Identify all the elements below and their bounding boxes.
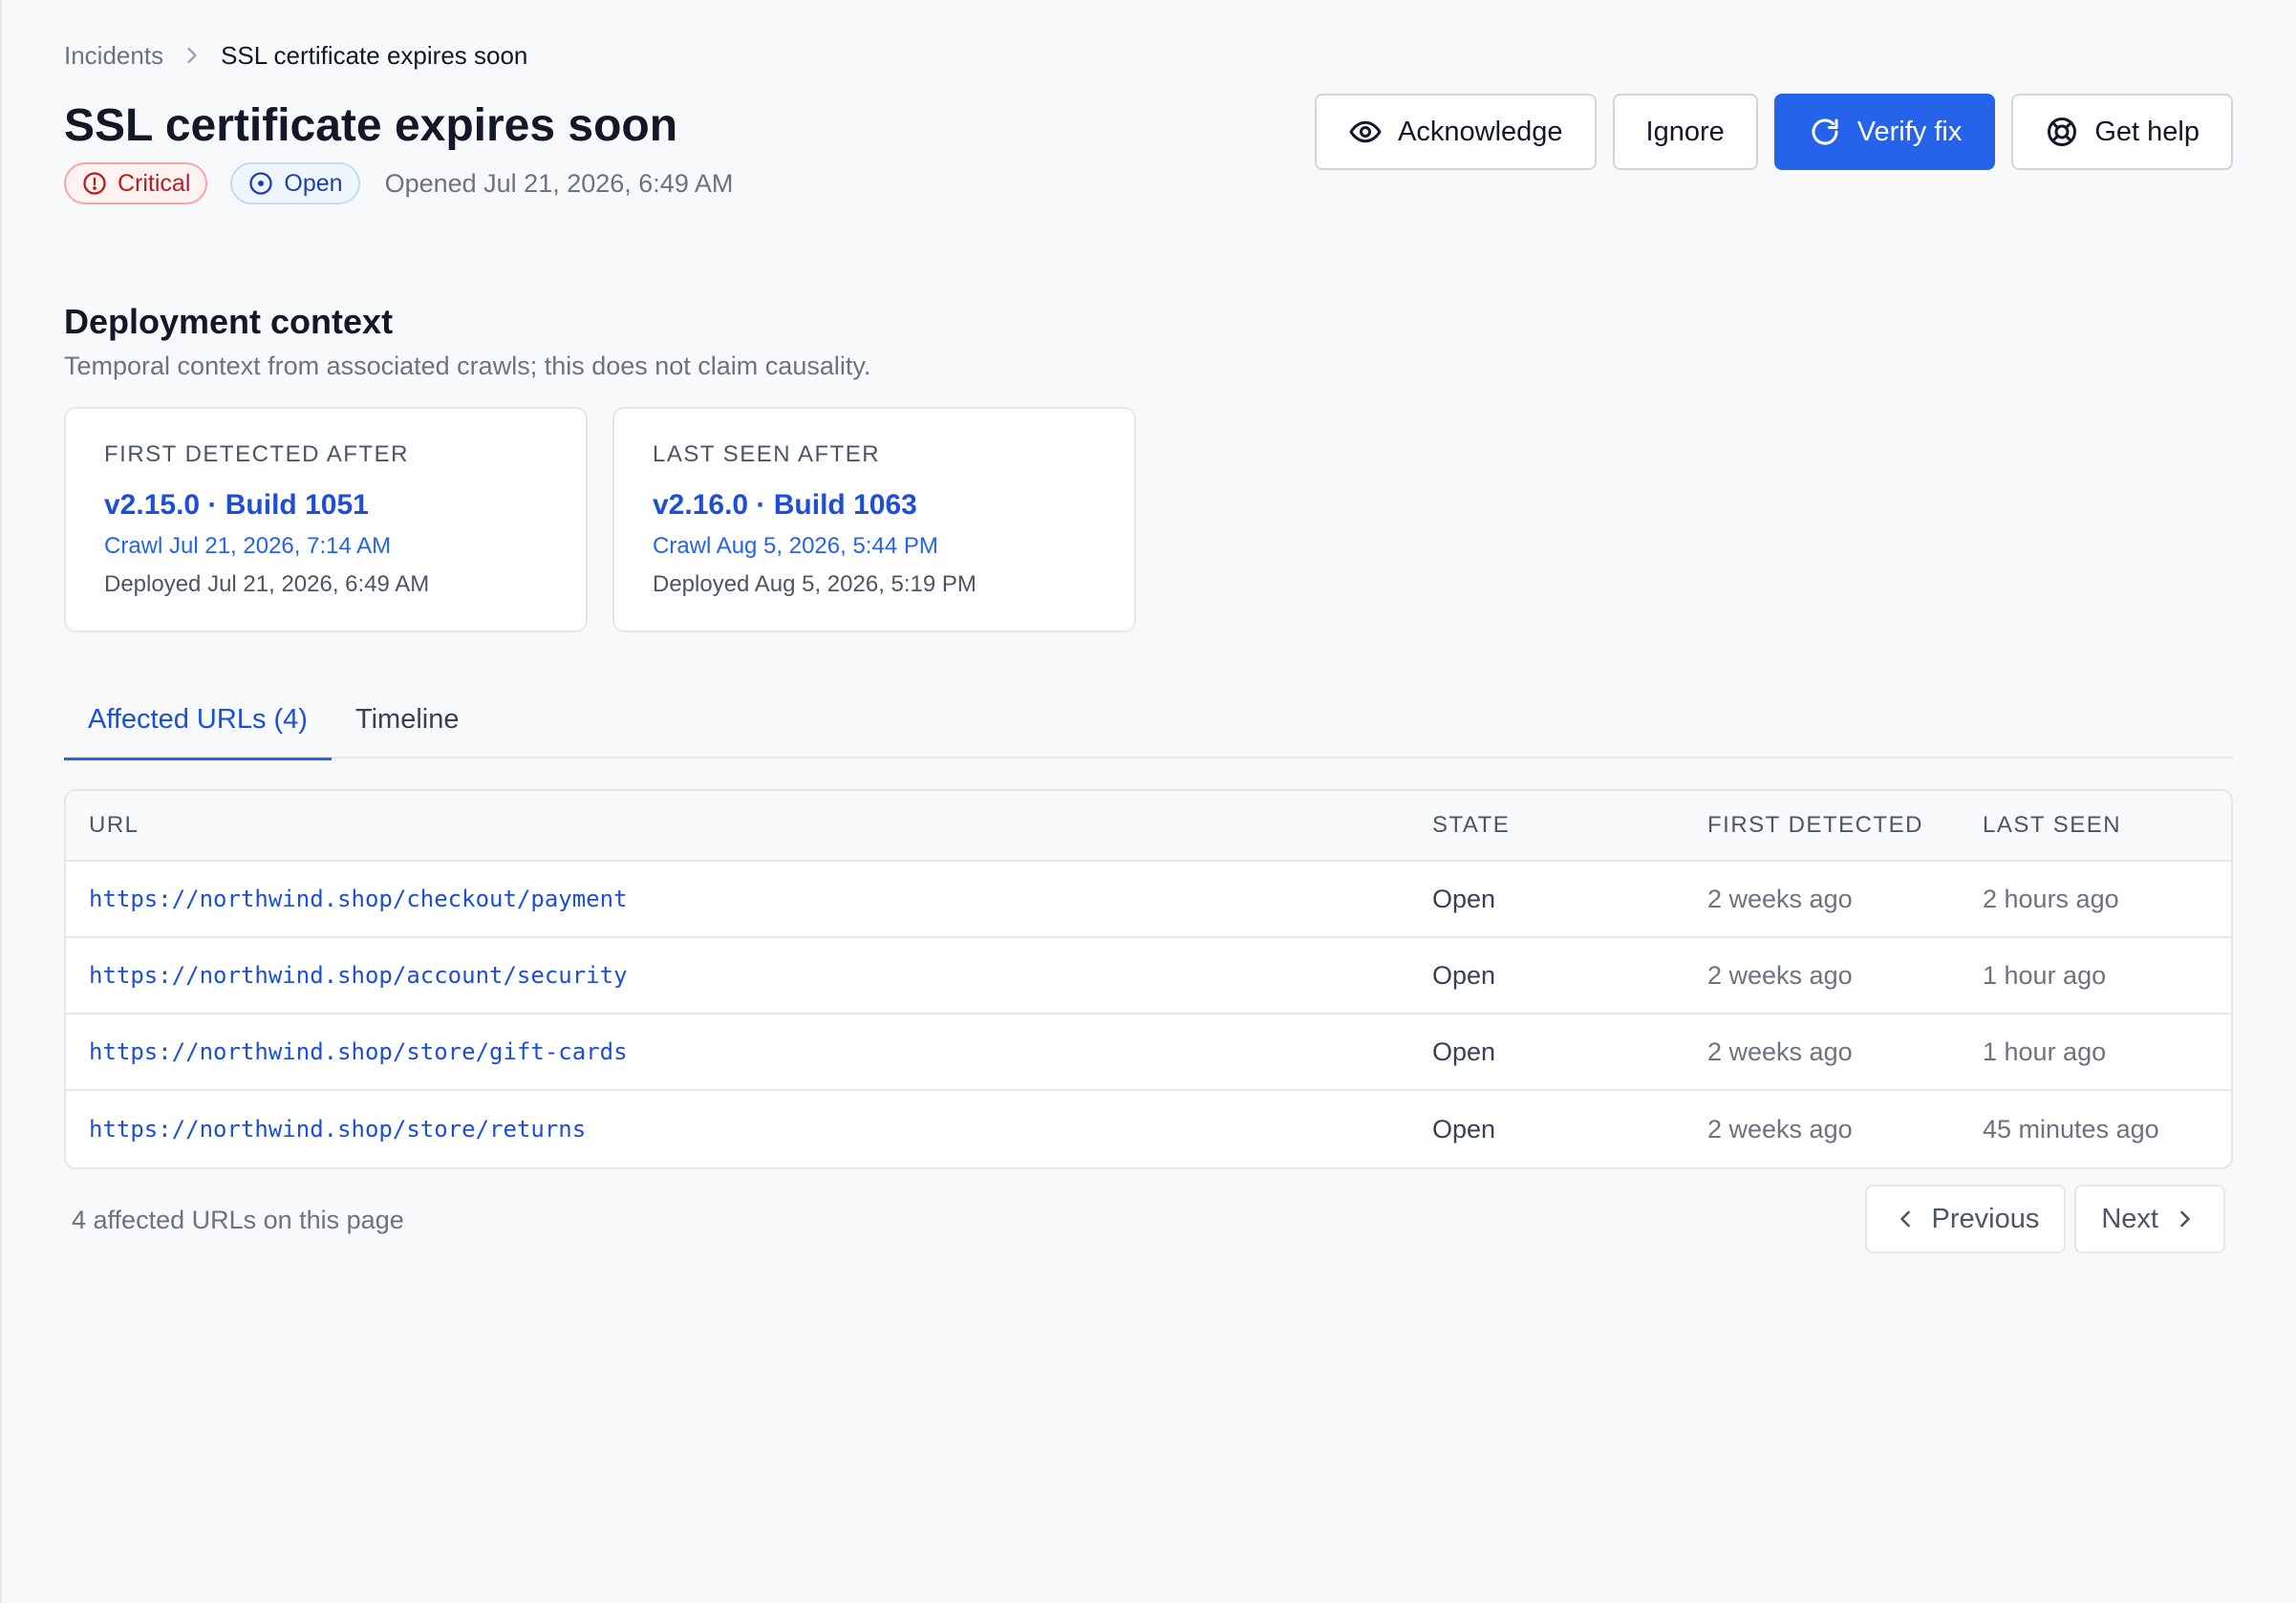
state-cell: Open — [1432, 1037, 1496, 1066]
page-edge-divider — [0, 0, 2, 1603]
table-row: https://northwind.shop/checkout/payment … — [66, 862, 2231, 938]
affected-url-count: 4 affected URLs on this page — [72, 1206, 404, 1234]
severity-badge: Critical — [64, 162, 208, 204]
last-seen-crawl-link[interactable]: Crawl Aug 5, 2026, 5:44 PM — [653, 533, 1134, 560]
last-seen-label: LAST SEEN AFTER — [653, 441, 881, 467]
table-row: https://northwind.shop/store/gift-cards … — [66, 1015, 2231, 1091]
incident-meta: Critical Open Opened Jul 21, 2026, 6:49 … — [64, 162, 733, 204]
deployment-context-description: Temporal context from associated crawls;… — [64, 352, 871, 380]
breadcrumb-incidents-link[interactable]: Incidents — [64, 41, 163, 71]
table-row: https://northwind.shop/store/returns Ope… — [66, 1091, 2231, 1167]
verify-fix-label: Verify fix — [1856, 116, 1963, 147]
last-seen-cell: 1 hour ago — [1983, 960, 2107, 990]
next-page-button[interactable]: Next — [2074, 1185, 2225, 1253]
column-header-last-seen: LAST SEEN — [1983, 812, 2122, 838]
chevron-left-icon — [1899, 1210, 1910, 1228]
verify-fix-button[interactable]: Verify fix — [1773, 94, 1996, 170]
previous-page-button[interactable]: Previous — [1864, 1185, 2067, 1253]
previous-label: Previous — [1931, 1203, 2040, 1234]
tab-affected-urls[interactable]: Affected URLs (4) — [64, 680, 332, 760]
state-cell: Open — [1432, 1114, 1496, 1143]
status-badge: Open — [230, 162, 360, 204]
dot-circle-icon — [249, 172, 273, 195]
last-seen-cell: 2 hours ago — [1983, 884, 2119, 913]
column-header-first-detected: FIRST DETECTED — [1707, 812, 1923, 838]
incident-actions: Acknowledge Ignore Verify fix Get help — [1315, 94, 2233, 170]
table-header: URL STATE FIRST DETECTED LAST SEEN — [66, 791, 2231, 862]
status-label: Open — [284, 169, 343, 197]
last-seen-deployed: Deployed Aug 5, 2026, 5:19 PM — [653, 571, 976, 597]
eye-icon — [1349, 120, 1382, 143]
alert-circle-icon — [83, 172, 106, 195]
refresh-icon — [1812, 118, 1838, 145]
breadcrumb: Incidents SSL certificate expires soon — [64, 38, 527, 73]
opened-timestamp: Opened Jul 21, 2026, 6:49 AM — [384, 168, 734, 198]
last-seen-cell: 1 hour ago — [1983, 1037, 2107, 1066]
column-header-url: URL — [89, 812, 139, 838]
chevron-right-icon — [179, 42, 205, 69]
first-detected-cell: 2 weeks ago — [1707, 1037, 1853, 1066]
url-link[interactable]: https://northwind.shop/store/returns — [89, 1116, 586, 1143]
affected-urls-table: URL STATE FIRST DETECTED LAST SEEN https… — [64, 789, 2233, 1169]
state-cell: Open — [1432, 884, 1496, 913]
column-header-state: STATE — [1432, 812, 1511, 838]
ignore-button[interactable]: Ignore — [1612, 94, 1758, 170]
acknowledge-button[interactable]: Acknowledge — [1315, 94, 1597, 170]
page-title: SSL certificate expires soon — [64, 100, 678, 151]
last-seen-cell: 45 minutes ago — [1983, 1114, 2159, 1143]
first-detected-version-link[interactable]: v2.15.0 · Build 1051 — [104, 489, 586, 522]
last-seen-card: LAST SEEN AFTER v2.16.0 · Build 1063 Cra… — [612, 407, 1136, 632]
acknowledge-label: Acknowledge — [1398, 116, 1563, 147]
first-detected-cell: 2 weeks ago — [1707, 884, 1853, 913]
get-help-button[interactable]: Get help — [2011, 94, 2233, 170]
life-buoy-icon — [2048, 118, 2077, 146]
first-detected-card: FIRST DETECTED AFTER v2.15.0 · Build 105… — [64, 407, 588, 632]
last-seen-version-link[interactable]: v2.16.0 · Build 1063 — [653, 489, 1134, 522]
state-cell: Open — [1432, 960, 1496, 990]
first-detected-deployed: Deployed Jul 21, 2026, 6:49 AM — [104, 571, 430, 597]
next-label: Next — [2101, 1203, 2158, 1234]
first-detected-cell: 2 weeks ago — [1707, 960, 1853, 990]
chevron-right-icon — [2180, 1210, 2190, 1228]
table-row: https://northwind.shop/account/security … — [66, 938, 2231, 1015]
incident-tabs: Affected URLs (4) Timeline — [64, 680, 2233, 760]
first-detected-crawl-link[interactable]: Crawl Jul 21, 2026, 7:14 AM — [104, 533, 586, 560]
url-link[interactable]: https://northwind.shop/checkout/payment — [89, 886, 628, 912]
pagination: Previous Next — [1864, 1185, 2225, 1253]
get-help-label: Get help — [2094, 116, 2199, 147]
url-link[interactable]: https://northwind.shop/store/gift-cards — [89, 1038, 628, 1065]
severity-label: Critical — [118, 169, 191, 197]
breadcrumb-current: SSL certificate expires soon — [221, 40, 528, 70]
deployment-context-heading: Deployment context — [64, 302, 394, 341]
deployment-context-cards: FIRST DETECTED AFTER v2.15.0 · Build 105… — [64, 407, 1136, 632]
url-link[interactable]: https://northwind.shop/account/security — [89, 962, 628, 989]
first-detected-label: FIRST DETECTED AFTER — [104, 441, 409, 467]
tab-timeline[interactable]: Timeline — [332, 680, 483, 759]
ignore-label: Ignore — [1645, 116, 1725, 147]
first-detected-cell: 2 weeks ago — [1707, 1114, 1853, 1143]
